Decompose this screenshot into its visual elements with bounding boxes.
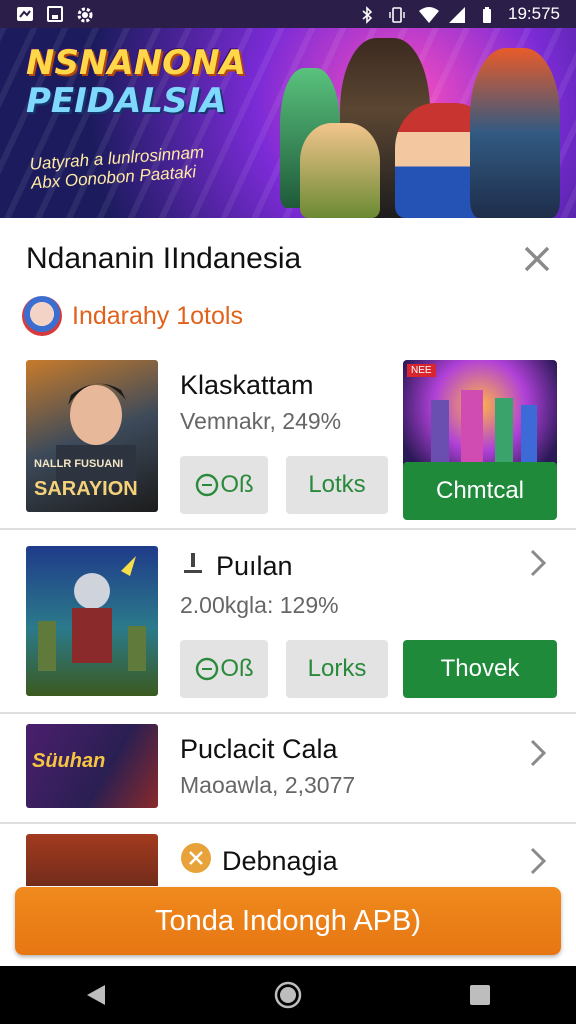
- chevron-right-icon[interactable]: [528, 548, 548, 587]
- app-thumbnail-3: Süuhan: [26, 724, 158, 808]
- app-card-2-title: Puılan: [180, 550, 293, 583]
- developer-avatar: [22, 296, 62, 336]
- app-card-1-links-button[interactable]: Lotks: [286, 456, 388, 514]
- app-card-2-subtitle: 2.00kgla: 129%: [180, 592, 339, 618]
- back-icon[interactable]: [71, 975, 121, 1015]
- wifi-icon: [418, 6, 439, 23]
- developer-name: Indarahy 1otols: [72, 301, 243, 330]
- app-card-1-subtitle: Vemnakr, 249%: [180, 408, 342, 434]
- battery-icon: [478, 6, 496, 23]
- settings-icon: [76, 6, 94, 23]
- chevron-right-icon[interactable]: [528, 846, 548, 885]
- app-card-1-title: Klaskattam: [180, 370, 314, 401]
- app-card-1[interactable]: NALLR FUSUANI SARAYION Klaskattam Vemnak…: [0, 350, 576, 530]
- status-bar: 19:575: [0, 0, 576, 28]
- banner-title-line1: NSNANONA: [26, 43, 246, 83]
- coin-icon: [180, 842, 212, 881]
- app-card-4-title: Debnagia: [180, 842, 338, 881]
- app-card-2-ticket-button[interactable]: Oß: [180, 640, 268, 698]
- app-card-4-title-text: Debnagia: [222, 846, 338, 876]
- signal-icon: [448, 6, 466, 23]
- app-list-sheet: Ndananin IIndanesia Indarahy 1otols NALL…: [0, 218, 576, 886]
- system-nav-bar: [0, 966, 576, 1024]
- notification-icon: [16, 6, 34, 22]
- hero-figure-5: [470, 48, 560, 218]
- app-card-1-primary-button[interactable]: Chmtcal: [403, 462, 557, 520]
- status-time: 19:575: [508, 4, 560, 23]
- app-card-3-subtitle: Maoawla, 2,3077: [180, 772, 356, 798]
- app-card-2-primary-button[interactable]: Thovek: [403, 640, 557, 698]
- app-card-2[interactable]: Puılan 2.00kgla: 129% Oß Lorks Thovek: [0, 532, 576, 714]
- promo-banner[interactable]: NSNANONA PEIDALSIA Uatyrah a lunlrosinna…: [0, 28, 576, 218]
- app-card-2-title-text: Puılan: [216, 551, 293, 581]
- app-thumbnail-2: [26, 546, 158, 696]
- app-card-2-button1-label: Oß: [220, 655, 254, 682]
- banner-title-line2: PEIDALSIA: [26, 81, 227, 121]
- install-cta-button[interactable]: Tonda Indongh APB): [15, 887, 561, 955]
- hero-figure-3: [300, 123, 380, 218]
- app-thumbnail-1: NALLR FUSUANI SARAYION: [26, 360, 158, 512]
- app-card-4[interactable]: Debnagia: [0, 826, 576, 886]
- chevron-right-icon[interactable]: [528, 738, 548, 777]
- download-icon: [180, 550, 206, 583]
- app-card-3[interactable]: Süuhan Puclacit Cala Maoawla, 2,3077: [0, 716, 576, 824]
- close-icon[interactable]: [520, 242, 554, 276]
- recents-icon[interactable]: [455, 975, 505, 1015]
- sheet-title: Ndananin IIndanesia: [26, 242, 302, 275]
- ticket-icon: [196, 657, 219, 681]
- app-card-1-ticket-button[interactable]: Oß: [180, 456, 268, 514]
- app-card-1-title-text: Klaskattam: [180, 370, 314, 400]
- photo-icon: [46, 6, 64, 22]
- ticket-icon: [196, 473, 219, 497]
- home-icon[interactable]: [263, 975, 313, 1015]
- app-card-3-title: Puclacit Cala: [180, 734, 338, 764]
- app-card-1-button1-label: Oß: [220, 471, 254, 498]
- thumb-1-caption-big: SARAYION: [34, 478, 138, 500]
- thumb-1-caption-small: NALLR FUSUANI: [34, 458, 124, 470]
- banner-title: NSNANONA PEIDALSIA: [26, 44, 266, 120]
- app-thumbnail-4: [26, 834, 158, 886]
- vibrate-icon: [388, 6, 406, 23]
- developer-row[interactable]: Indarahy 1otols: [22, 296, 243, 336]
- app-card-1-promo-image[interactable]: NEE: [403, 360, 557, 472]
- app-card-2-links-button[interactable]: Lorks: [286, 640, 388, 698]
- thumb-3-caption: Süuhan: [32, 750, 106, 772]
- bluetooth-icon: [358, 6, 376, 24]
